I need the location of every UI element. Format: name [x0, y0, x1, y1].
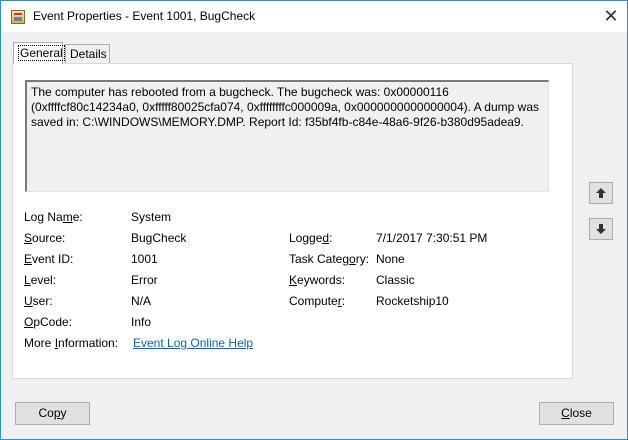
tab-general[interactable]: General [13, 42, 65, 64]
tab-details[interactable]: Details [65, 44, 110, 64]
close-icon[interactable]: ✕ [597, 3, 625, 29]
task-category-value: None [376, 252, 405, 266]
keywords-value: Classic [376, 273, 415, 287]
title-bar: Event Properties - Event 1001, BugCheck … [1, 1, 627, 32]
copy-button[interactable]: Copy [15, 402, 90, 425]
previous-event-button[interactable] [589, 182, 613, 204]
opcode-label: OpCode: [24, 315, 73, 329]
event-description-box[interactable]: The computer has rebooted from a bugchec… [25, 80, 549, 192]
next-event-button[interactable] [589, 218, 613, 240]
level-value: Error [131, 273, 158, 287]
logged-label: Logged: [289, 231, 333, 245]
source-value: BugCheck [131, 231, 187, 245]
close-button[interactable]: Close [539, 402, 614, 425]
log-name-label: Log Name: [24, 210, 83, 224]
user-value: N/A [131, 294, 152, 308]
event-properties-window: Event Properties - Event 1001, BugCheck … [0, 0, 628, 440]
task-category-label: Task Category: [289, 252, 370, 266]
level-label: Level: [24, 273, 57, 287]
tab-general-label: General [18, 45, 65, 61]
arrow-down-icon [596, 224, 606, 234]
opcode-value: Info [131, 315, 152, 329]
arrow-up-icon [596, 188, 606, 198]
computer-label: Computer: [289, 294, 346, 308]
computer-value: Rocketship10 [376, 294, 449, 308]
logged-value: 7/1/2017 7:30:51 PM [376, 231, 488, 245]
event-log-online-help-link[interactable]: Event Log Online Help [133, 336, 253, 350]
tab-details-label: Details [70, 47, 107, 61]
source-label: Source: [24, 231, 66, 245]
more-information-label: More Information: [24, 336, 119, 350]
keywords-label: Keywords: [289, 273, 346, 287]
user-label: User: [24, 294, 53, 308]
window-title: Event Properties - Event 1001, BugCheck [33, 9, 256, 23]
event-id-value: 1001 [131, 252, 158, 266]
log-name-value: System [131, 210, 172, 224]
event-id-label: Event ID: [24, 252, 74, 266]
event-viewer-icon [11, 10, 25, 24]
